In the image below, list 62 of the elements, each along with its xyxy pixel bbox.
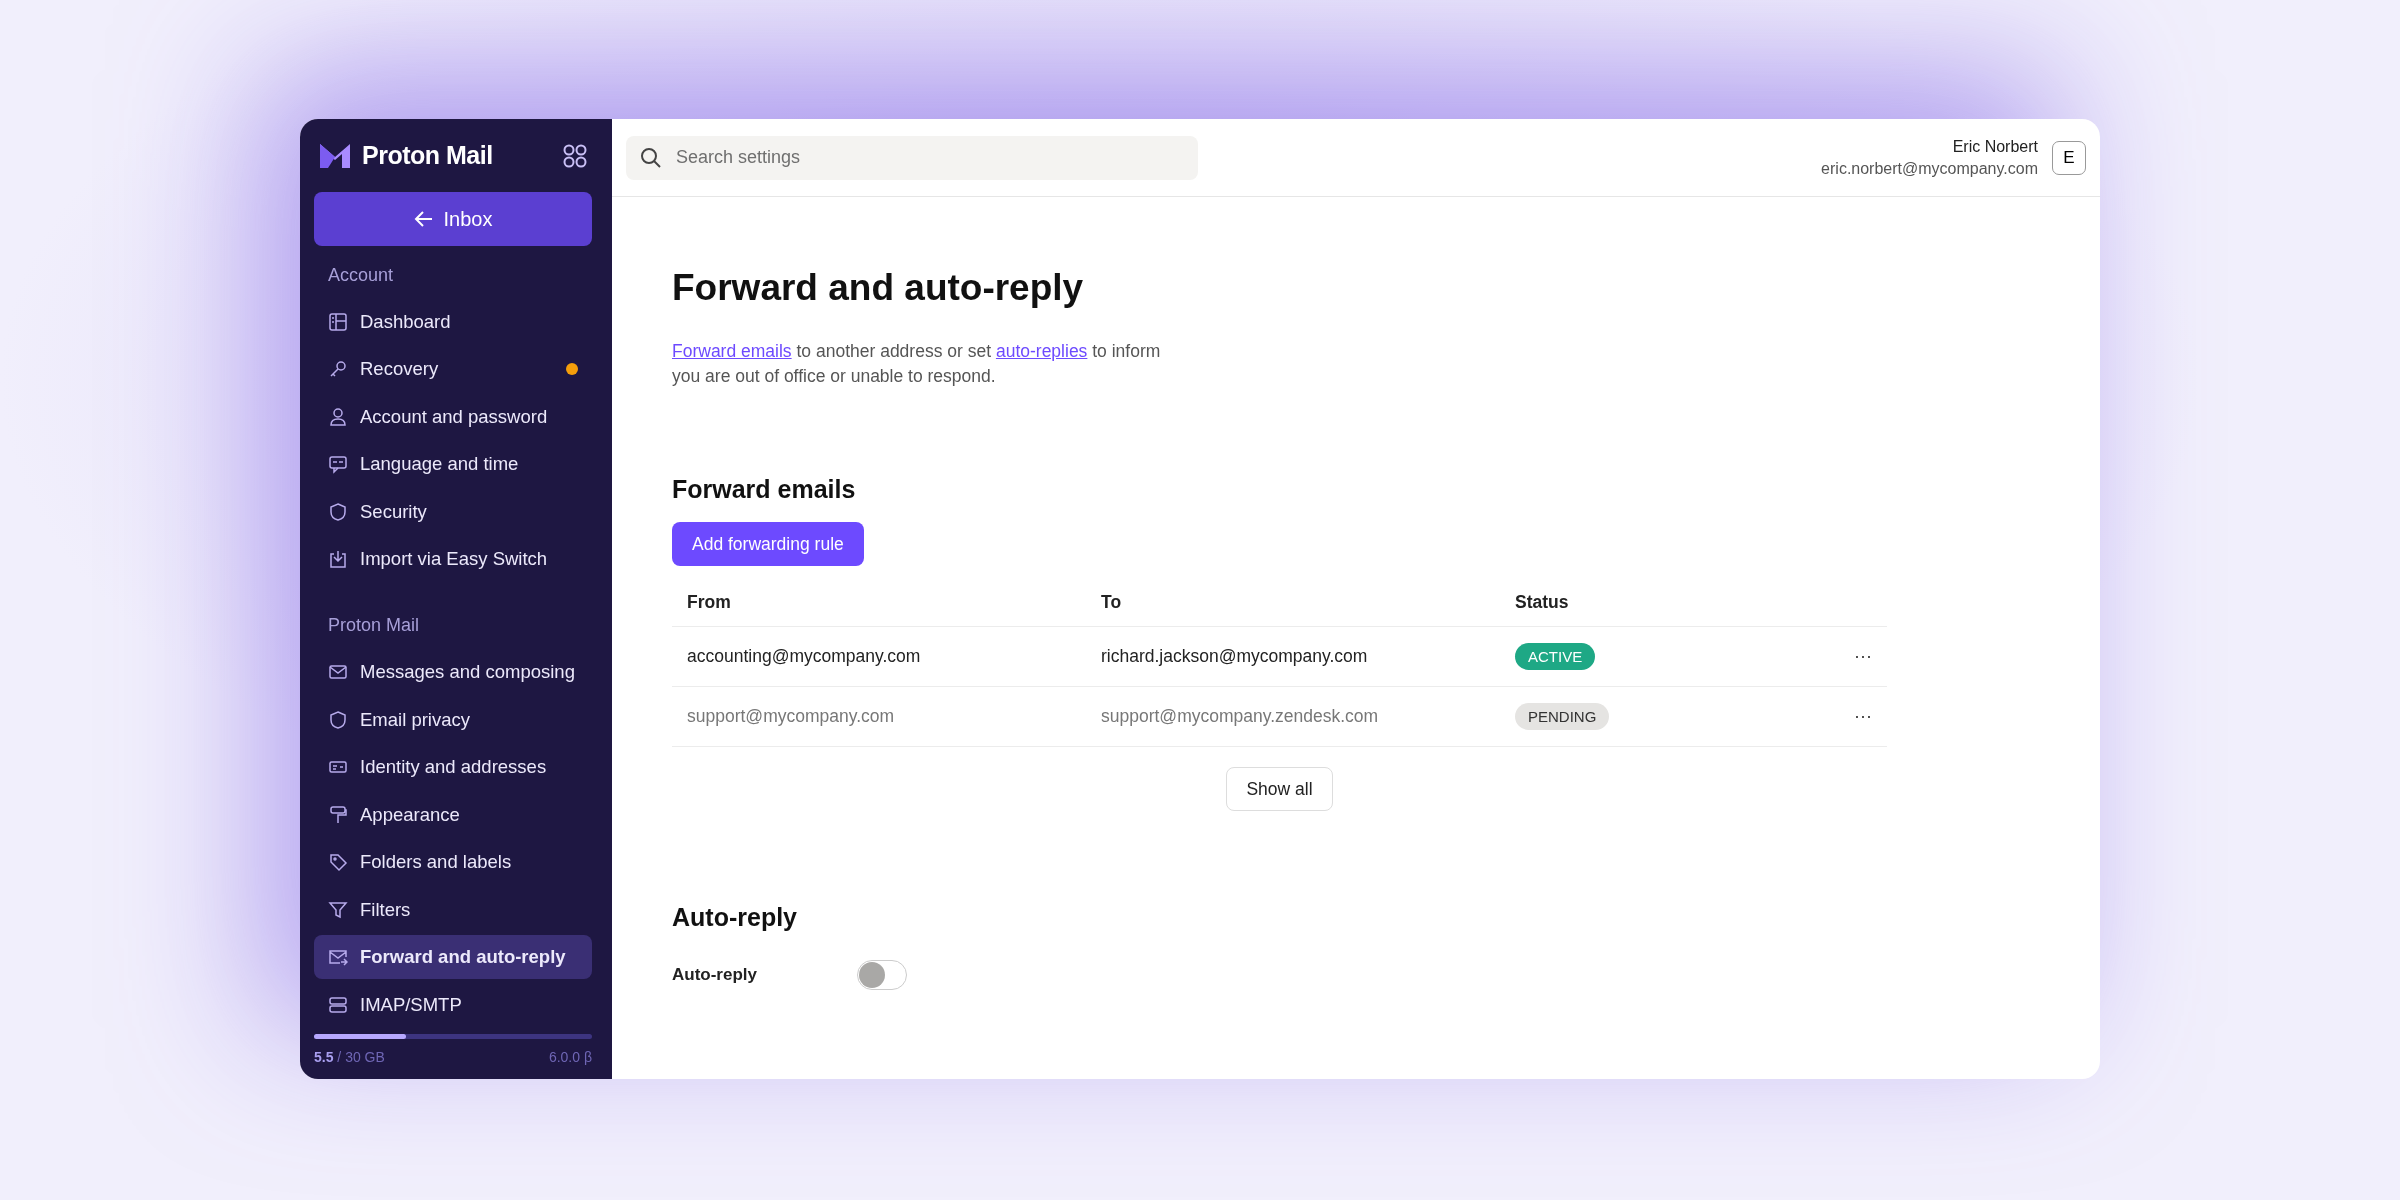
- shield-icon: [328, 709, 348, 730]
- sidebar-item[interactable]: Language and time: [314, 442, 592, 486]
- arrow-left-icon: [413, 210, 434, 228]
- logo-icon: [318, 141, 352, 170]
- sidebar-item[interactable]: Email privacy: [314, 697, 592, 742]
- sidebar-item[interactable]: Folders and labels: [314, 840, 592, 884]
- app-version: 6.0.0 β: [548, 1049, 592, 1065]
- sidebar-item[interactable]: Forward and auto-reply: [314, 935, 592, 979]
- column-header: To: [1101, 591, 1123, 613]
- status-badge: ACTIVE: [1515, 643, 1596, 670]
- column-header: From: [687, 591, 732, 613]
- inline-link[interactable]: Forward emails: [672, 341, 792, 361]
- sidebar-item[interactable]: IMAP/SMTP: [314, 982, 592, 1027]
- section-title: Account: [327, 263, 395, 287]
- shield-icon: [328, 501, 348, 522]
- inline-link[interactable]: auto-replies: [995, 341, 1088, 361]
- more-options-button[interactable]: ···: [1854, 646, 1872, 667]
- filter-icon: [328, 899, 348, 920]
- sidebar-item[interactable]: Appearance: [314, 792, 592, 837]
- storage-usage: 5.5 / 30 GB: [314, 1049, 385, 1065]
- search-field[interactable]: Search settings: [626, 135, 1198, 180]
- dashboard-icon: [328, 311, 348, 332]
- user-avatar[interactable]: E: [2052, 140, 2086, 175]
- envelope-icon: [328, 947, 348, 967]
- user-email: eric.norbert@mycompany.com: [1821, 159, 2038, 178]
- server-icon: [328, 994, 348, 1015]
- show-all-button[interactable]: Show all: [1226, 767, 1333, 811]
- table-cell-text: richard.jackson@mycompany.com: [1101, 646, 1369, 667]
- table-cell-text: support@mycompany.zendesk.com: [1101, 706, 1380, 727]
- key-icon: [328, 359, 348, 379]
- toggle-label: Auto-reply: [672, 965, 758, 985]
- sidebar-item[interactable]: Identity and addresses: [314, 745, 592, 789]
- page-title: Forward and auto-reply: [672, 267, 1084, 309]
- brand-name: Proton Mail: [362, 141, 493, 170]
- page-description: Forward emails to another address or set auto-replies to inform you are out of office or unable to respond.: [672, 340, 1162, 388]
- envelope-icon: [328, 662, 348, 682]
- status-badge: PENDING: [1515, 703, 1610, 730]
- sidebar-item[interactable]: Messages and composing: [314, 650, 592, 694]
- sidebar-item[interactable]: Filters: [314, 887, 592, 932]
- sidebar-item[interactable]: Account and password: [314, 394, 592, 439]
- table-cell-text: accounting@mycompany.com: [687, 646, 922, 667]
- tag-icon: [328, 852, 348, 872]
- inbox-button[interactable]: Inbox: [314, 192, 592, 246]
- sidebar-item[interactable]: Recovery: [314, 347, 592, 391]
- column-header: Status: [1515, 591, 1570, 613]
- table-cell-text: support@mycompany.com: [687, 706, 896, 727]
- search-icon: [640, 146, 662, 169]
- section-heading: Forward emails: [672, 475, 856, 504]
- section-title: Proton Mail: [327, 614, 421, 637]
- sidebar-item[interactable]: Dashboard: [314, 299, 592, 344]
- sidebar-item[interactable]: Import via Easy Switch: [314, 537, 592, 581]
- sidebar-item[interactable]: Security: [314, 489, 592, 534]
- auto-reply-toggle[interactable]: [857, 960, 907, 990]
- apps-grid-icon[interactable]: [562, 142, 588, 169]
- add-forwarding-rule-button[interactable]: Add forwarding rule: [672, 522, 864, 566]
- chat-icon: [328, 454, 348, 474]
- user-name: Eric Norbert: [1952, 137, 2038, 156]
- roller-icon: [328, 804, 348, 825]
- person-icon: [328, 406, 348, 427]
- more-options-button[interactable]: ···: [1854, 706, 1872, 727]
- section-heading: Auto-reply: [672, 903, 797, 932]
- download-icon: [328, 549, 348, 569]
